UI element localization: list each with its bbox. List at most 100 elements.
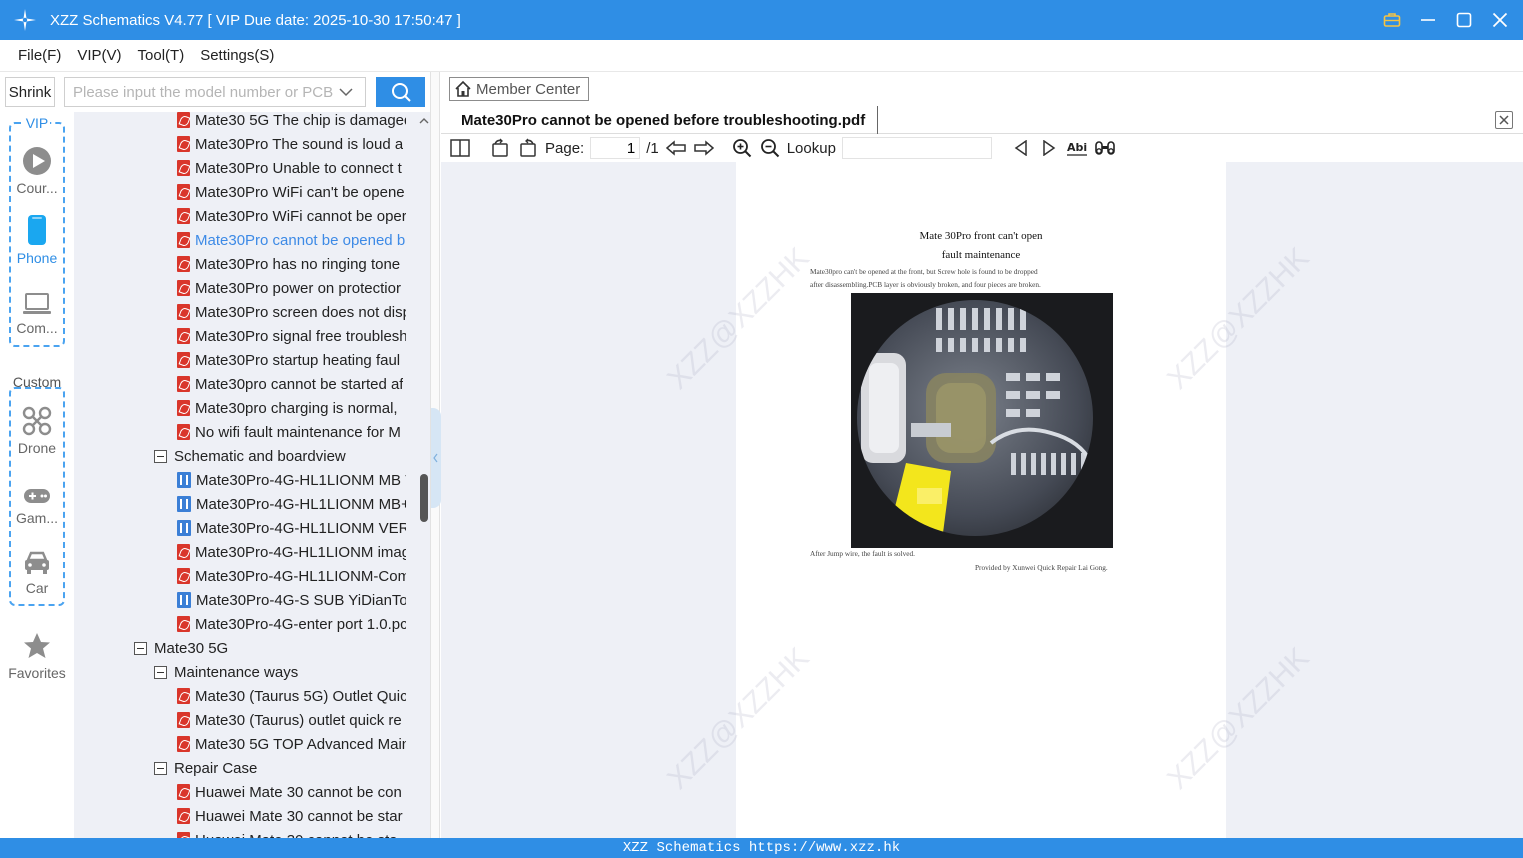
menu-tool[interactable]: Tool(T)	[138, 47, 185, 64]
zoom-out-icon[interactable]	[759, 137, 781, 159]
tree-file[interactable]: Mate30Pro power on protectior	[177, 276, 406, 300]
sidebar-toggle-icon[interactable]	[449, 137, 471, 159]
tree-item-label: Mate30Pro The sound is loud a	[195, 135, 404, 153]
sidebar-item-favorites[interactable]: Favorites	[0, 627, 74, 681]
tree-file[interactable]: Mate30Pro Unable to connect t	[177, 156, 406, 180]
tree-item-label: Mate30Pro-4G-enter port 1.0.pc	[195, 615, 406, 633]
search-icon	[391, 83, 411, 102]
sidebar-item-phone[interactable]: Phone	[0, 212, 74, 266]
tree-file[interactable]: Mate30pro charging is normal,	[177, 396, 406, 420]
tree-folder[interactable]: Repair Case	[154, 756, 406, 780]
scroll-up-icon[interactable]	[418, 116, 430, 126]
pdf-file-icon	[177, 616, 190, 632]
member-center-button[interactable]: Member Center	[449, 77, 590, 101]
sidebar-item-games[interactable]: Gam...	[0, 472, 74, 526]
pdf-file-icon	[177, 280, 190, 296]
tree-file[interactable]: Mate30Pro-4G-HL1LIONM MB V	[177, 468, 406, 492]
tree-file[interactable]: Mate30Pro has no ringing tone	[177, 252, 406, 276]
tree-file[interactable]: Mate30Pro-4G-S SUB YiDianTor	[177, 588, 406, 612]
sidebar-item-car[interactable]: Car	[0, 542, 74, 596]
pdf-file-icon	[177, 784, 190, 800]
pdf-file-icon	[177, 736, 190, 752]
scrollbar-thumb[interactable]	[420, 474, 428, 522]
tree-item-label: Mate30 5G The chip is damaged	[195, 112, 406, 129]
find-next-icon[interactable]	[1038, 137, 1060, 159]
lookup-label: Lookup	[786, 139, 836, 157]
tree-file[interactable]: Mate30Pro startup heating faul	[177, 348, 406, 372]
tree-folder[interactable]: Maintenance ways	[154, 660, 406, 684]
document-tab[interactable]: Mate30Pro cannot be opened before troubl…	[441, 106, 879, 134]
sidebar-item-drone[interactable]: Drone	[0, 402, 74, 456]
pdf-file-icon	[177, 328, 190, 344]
rotate-right-icon[interactable]	[517, 137, 539, 159]
tree-item-label: Mate30Pro WiFi can't be opene	[195, 183, 405, 201]
tree-item-label: Mate30Pro screen does not disp	[195, 303, 406, 321]
collapse-toggle-icon[interactable]	[154, 665, 167, 679]
tree-file[interactable]: Mate30 (Taurus 5G) Outlet Quic	[177, 684, 406, 708]
next-page-arrow-icon[interactable]	[693, 137, 715, 159]
collapse-toggle-icon[interactable]	[154, 761, 167, 775]
tree-file[interactable]: Mate30 (Taurus) outlet quick re	[177, 708, 406, 732]
tree-file[interactable]: Mate30 5G The chip is damaged	[177, 112, 406, 132]
minimize-button[interactable]	[1417, 9, 1439, 31]
collapse-toggle-icon[interactable]	[154, 449, 167, 463]
previous-page-arrow-icon[interactable]	[665, 137, 687, 159]
tree-file[interactable]: Mate30pro cannot be started af	[177, 372, 406, 396]
tree-file[interactable]: Mate30Pro-4G-HL1LIONM MB+	[177, 492, 406, 516]
tree-file[interactable]: Mate30Pro cannot be opened b	[177, 228, 406, 252]
tree-file[interactable]: No wifi fault maintenance for M	[177, 420, 406, 444]
tree-folder[interactable]: Schematic and boardview	[154, 444, 406, 468]
pdf-viewer[interactable]: Mate 30Pro front can't open fault mainte…	[441, 162, 1523, 838]
collapse-handle[interactable]	[431, 408, 441, 508]
menu-file[interactable]: File(F)	[18, 47, 61, 64]
tree-file[interactable]: Mate30Pro-4G-HL1LIONM VER.	[177, 516, 406, 540]
sidebar-item-courses[interactable]: Cour...	[0, 142, 74, 196]
tree-folder[interactable]: Mate30 5G	[134, 636, 406, 660]
zoom-in-icon[interactable]	[731, 137, 753, 159]
tree-item-label: Huawei Mate 30 cannot be con	[195, 783, 402, 801]
lookup-input[interactable]	[841, 137, 992, 159]
tree-file[interactable]: Huawei Mate 30 cannot be con	[177, 780, 406, 804]
match-case-icon[interactable]: Abi	[1066, 137, 1088, 159]
close-document-button[interactable]	[1495, 111, 1513, 129]
shrink-button[interactable]: Shrink	[5, 77, 55, 107]
tree-file[interactable]: Mate30Pro-4G-HL1LIONM-Com	[177, 564, 406, 588]
tree-item-label: Mate30Pro-4G-HL1LIONM imag	[195, 543, 406, 561]
tree-item-label: Mate30Pro-4G-HL1LIONM MB V	[196, 471, 406, 489]
tree-scrollbar[interactable]	[418, 112, 430, 838]
tree-item-label: Mate30Pro-4G-HL1LIONM VER.	[196, 519, 406, 537]
search-combobox[interactable]	[64, 77, 366, 107]
pdf-credit: Provided by Xunwei Quick Repair Lai Gong…	[975, 563, 1108, 572]
binoculars-icon[interactable]	[1094, 137, 1116, 159]
search-button[interactable]	[376, 77, 425, 107]
pdf-file-icon	[177, 424, 190, 440]
find-previous-icon[interactable]	[1010, 137, 1032, 159]
file-tree: Mate30 5G The chip is damaged Mate30Pro T…	[74, 112, 432, 838]
tree-file[interactable]: Huawei Mate 30 cannot be sta	[177, 828, 406, 838]
tree-file[interactable]: Mate30Pro signal free troublesh	[177, 324, 406, 348]
tree-file[interactable]: Mate30Pro WiFi cannot be oper	[177, 204, 406, 228]
menu-vip[interactable]: VIP(V)	[77, 47, 121, 64]
tree-file[interactable]: Mate30Pro WiFi can't be opene	[177, 180, 406, 204]
close-button[interactable]	[1489, 9, 1511, 31]
tree-file[interactable]: Mate30Pro-4G-HL1LIONM imag	[177, 540, 406, 564]
page-number-input[interactable]	[590, 137, 641, 159]
tree-file[interactable]: Mate30Pro screen does not disp	[177, 300, 406, 324]
briefcase-icon[interactable]	[1381, 9, 1403, 31]
maximize-button[interactable]	[1453, 9, 1475, 31]
menu-settings[interactable]: Settings(S)	[200, 47, 274, 64]
collapse-toggle-icon[interactable]	[134, 641, 147, 655]
chevron-left-icon	[433, 453, 438, 463]
rotate-left-icon[interactable]	[489, 137, 511, 159]
panel-splitter[interactable]	[430, 72, 441, 838]
tree-file[interactable]: Mate30Pro The sound is loud a	[177, 132, 406, 156]
tree-item-label: Repair Case	[174, 759, 258, 777]
tree-item-label: Huawei Mate 30 cannot be star	[195, 807, 403, 825]
tree-file[interactable]: Huawei Mate 30 cannot be star	[177, 804, 406, 828]
chevron-down-icon[interactable]	[339, 84, 353, 101]
tree-file[interactable]: Mate30 5G TOP Advanced Main	[177, 732, 406, 756]
search-input[interactable]	[73, 83, 335, 101]
tree-file[interactable]: Mate30Pro-4G-enter port 1.0.pc	[177, 612, 406, 636]
sidebar-item-computer[interactable]: Com...	[0, 282, 74, 336]
svg-text:Abi: Abi	[1067, 141, 1087, 154]
